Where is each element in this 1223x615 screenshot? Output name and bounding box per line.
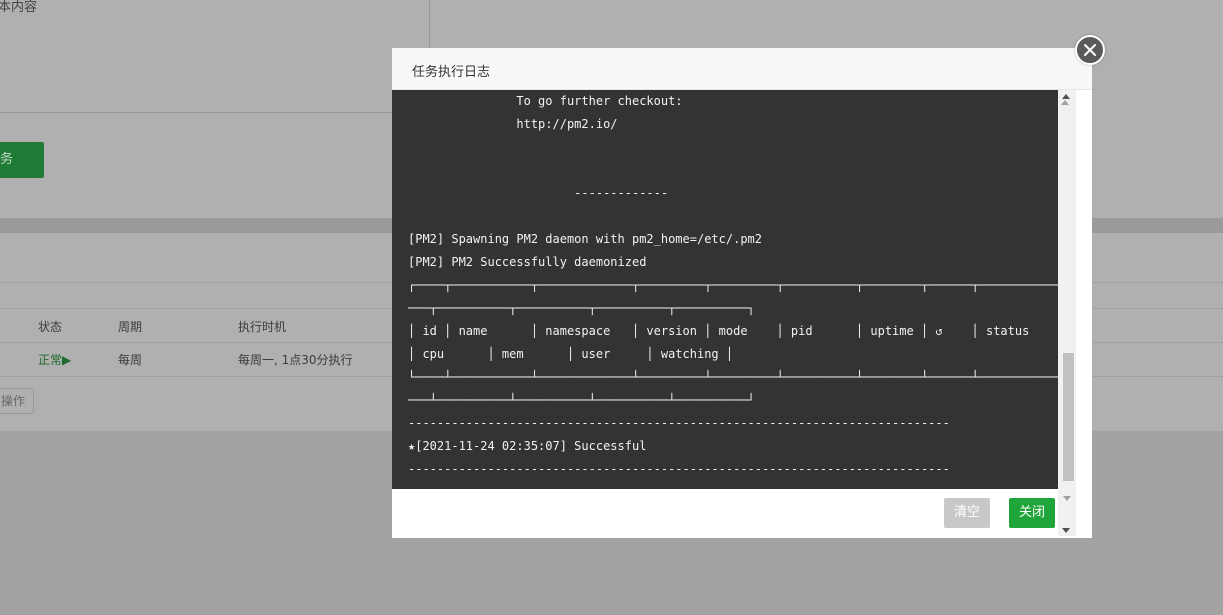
log-line: To go further checkout: — [408, 94, 683, 108]
log-output[interactable]: To go further checkout: http://pm2.io/ -… — [392, 90, 1058, 489]
table-header-status: 状态 — [38, 320, 63, 334]
dialog-header: 任务执行日志 — [392, 48, 1092, 90]
scrollbar-thumb[interactable] — [1063, 353, 1074, 481]
close-icon[interactable] — [1075, 35, 1105, 65]
chevron-up-icon[interactable] — [1061, 100, 1069, 105]
log-line: └────┴───────────┴─────────────┴────────… — [408, 370, 1058, 384]
task-period: 每周 — [118, 353, 143, 367]
scroll-up-arrow-icon[interactable] — [1062, 94, 1070, 99]
close-dialog-button[interactable]: 关闭 — [1009, 498, 1055, 528]
log-line: │ id │ name │ namespace │ version │ mode… — [408, 324, 1030, 338]
close-x-glyph — [1084, 44, 1096, 56]
divider — [0, 112, 392, 113]
log-line: ★[2021-11-24 02:35:07] Successful — [408, 439, 647, 453]
chevron-down-icon[interactable] — [1063, 496, 1071, 501]
log-line: ----------------------------------------… — [408, 416, 950, 430]
log-line: ───┴──────────┴──────────┴──────────┴───… — [408, 393, 755, 407]
log-line: ------------- — [408, 186, 669, 200]
table-header-exec-time: 执行时机 — [238, 320, 287, 334]
divider — [429, 0, 430, 48]
log-line: [PM2] Spawning PM2 daemon with pm2_home=… — [408, 232, 763, 246]
log-scrollbar[interactable] — [1058, 90, 1076, 536]
task-log-dialog: 任务执行日志 To go further checkout: http://pm… — [392, 48, 1092, 538]
add-task-button[interactable]: 务 — [0, 142, 44, 178]
log-line: http://pm2.io/ — [408, 117, 618, 131]
log-line: ----------------------------------------… — [408, 462, 950, 476]
log-line: ┌────┬───────────┬─────────────┬────────… — [408, 278, 1058, 292]
log-line: [PM2] PM2 Successfully daemonized — [408, 255, 647, 269]
log-line: │ cpu │ mem │ user │ watching │ — [408, 347, 734, 361]
dialog-title: 任务执行日志 — [412, 65, 491, 80]
content-textarea-label: 本内容 — [0, 0, 38, 15]
clear-log-button[interactable]: 清空 — [944, 498, 990, 528]
table-header-period: 周期 — [118, 320, 143, 334]
batch-ops-button[interactable]: 操作 — [0, 388, 34, 414]
scroll-down-arrow-icon[interactable] — [1062, 528, 1070, 533]
scrollbar-track[interactable] — [1060, 100, 1074, 501]
log-line: ───┬──────────┬──────────┬──────────┬───… — [408, 301, 755, 315]
task-status-toggle[interactable]: 正常▶ — [38, 351, 71, 368]
task-exec-time: 每周一, 1点30分执行 — [238, 353, 353, 367]
dialog-footer: 清空 关闭 — [392, 489, 1058, 538]
